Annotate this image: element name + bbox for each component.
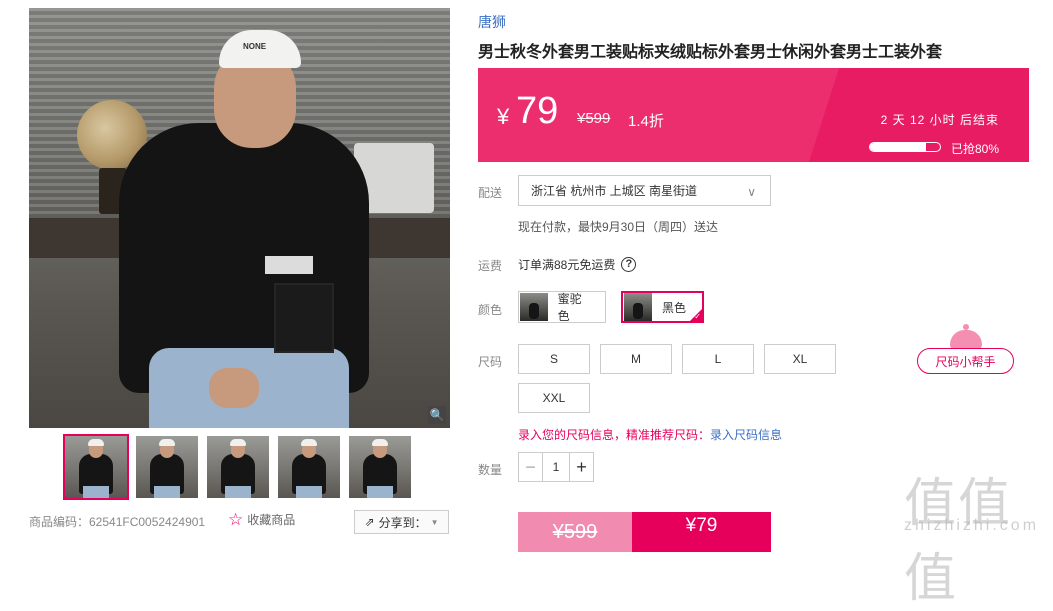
size-label: 尺码 xyxy=(478,355,503,369)
quantity-value[interactable]: 1 xyxy=(543,453,569,481)
size-option-m[interactable]: M xyxy=(600,344,672,374)
thumbnail-5[interactable] xyxy=(349,436,411,498)
plus-button[interactable]: + xyxy=(569,453,593,481)
shipping-text: 订单满88元免运费 xyxy=(518,258,616,272)
caret-down-icon: ▼ xyxy=(430,517,439,527)
minus-button[interactable]: − xyxy=(519,453,543,481)
size-option-xl[interactable]: XL xyxy=(764,344,836,374)
delivery-label: 配送 xyxy=(478,186,503,200)
product-main-image[interactable]: NONE 🔍 xyxy=(29,8,450,428)
favorite-label: 收藏商品 xyxy=(247,513,296,527)
currency-symbol: ¥ xyxy=(497,104,510,129)
color-option-label: 蜜驼色 xyxy=(557,292,582,323)
product-title: 男士秋冬外套男工装贴标夹绒贴标外套男士休闲外套男士工装外套 xyxy=(478,44,943,61)
mascot-icon xyxy=(950,324,982,350)
quantity-label: 数量 xyxy=(478,463,503,477)
chevron-down-icon: ∨ xyxy=(747,185,756,199)
sold-progress-bar xyxy=(869,142,941,152)
favorite-button[interactable]: ☆ 收藏商品 xyxy=(228,511,295,528)
sku-code: 商品编码：62541FC0052424901 xyxy=(29,515,206,529)
sold-percent: 已抢80% xyxy=(950,142,999,156)
jacket-label-patch xyxy=(265,256,313,274)
thumbnail-3[interactable] xyxy=(207,436,269,498)
watermark-site: zhizhizhi.com xyxy=(904,517,1040,534)
original-price: ¥599 xyxy=(577,110,611,127)
jacket-pocket xyxy=(274,283,334,353)
color-option-camel[interactable]: 蜜驼色 xyxy=(518,291,606,323)
shipping-label: 运费 xyxy=(478,259,503,273)
share-button[interactable]: ⇗ 分享到： ▼ xyxy=(354,510,449,534)
share-icon: ⇗ xyxy=(364,515,375,529)
size-option-s[interactable]: S xyxy=(518,344,590,374)
size-option-l[interactable]: L xyxy=(682,344,754,374)
check-icon: ✓ xyxy=(694,312,701,321)
buy-now-button[interactable]: ¥79 xyxy=(632,512,771,552)
discount-rate: 1.4折 xyxy=(628,113,664,130)
cap-logo-text: NONE xyxy=(243,42,267,51)
delivery-estimate: 现在付款，最快9月30日（周四）送达 xyxy=(518,220,719,234)
current-price: 79 xyxy=(516,90,559,132)
size-hint: 录入您的尺码信息，精准推荐尺码：录入尺码信息 xyxy=(518,426,782,443)
quantity-stepper: − 1 + xyxy=(518,452,594,482)
watermark-logo: 值值值 xyxy=(904,474,1013,609)
size-hint-text: 录入您的尺码信息，精准推荐尺码： xyxy=(518,428,711,442)
color-option-black[interactable]: 黑色 ✓ xyxy=(621,291,704,323)
help-icon[interactable]: ? xyxy=(621,257,637,272)
thumbnail-4[interactable] xyxy=(278,436,340,498)
color-label: 颜色 xyxy=(478,303,503,317)
thumbnail-1[interactable] xyxy=(63,434,129,500)
size-option-xxl[interactable]: XXL xyxy=(518,383,590,413)
enter-size-link[interactable]: 录入尺码信息 xyxy=(710,428,782,442)
buy-original-price-button[interactable]: ¥599 xyxy=(518,512,632,552)
price-banner: ¥ 79 ¥599 1.4折 2 天 12 小时 后结束 已抢80% xyxy=(478,68,1029,162)
zoom-icon[interactable]: 🔍 xyxy=(428,406,446,424)
shipping-info: 订单满88元免运费 ? xyxy=(518,256,637,273)
thumbnail-2[interactable] xyxy=(136,436,198,498)
address-select[interactable]: 浙江省 杭州市 上城区 南星街道 ∨ xyxy=(518,175,771,206)
countdown-timer: 2 天 12 小时 后结束 xyxy=(880,113,999,127)
brand-link[interactable]: 唐狮 xyxy=(478,12,506,32)
color-swatch-image xyxy=(520,293,548,321)
color-swatch-image xyxy=(624,293,652,321)
address-value: 浙江省 杭州市 上城区 南星街道 xyxy=(531,184,698,198)
star-icon: ☆ xyxy=(228,509,244,529)
size-helper-button[interactable]: 尺码小帮手 xyxy=(917,348,1014,374)
share-label: 分享到： xyxy=(378,515,427,530)
